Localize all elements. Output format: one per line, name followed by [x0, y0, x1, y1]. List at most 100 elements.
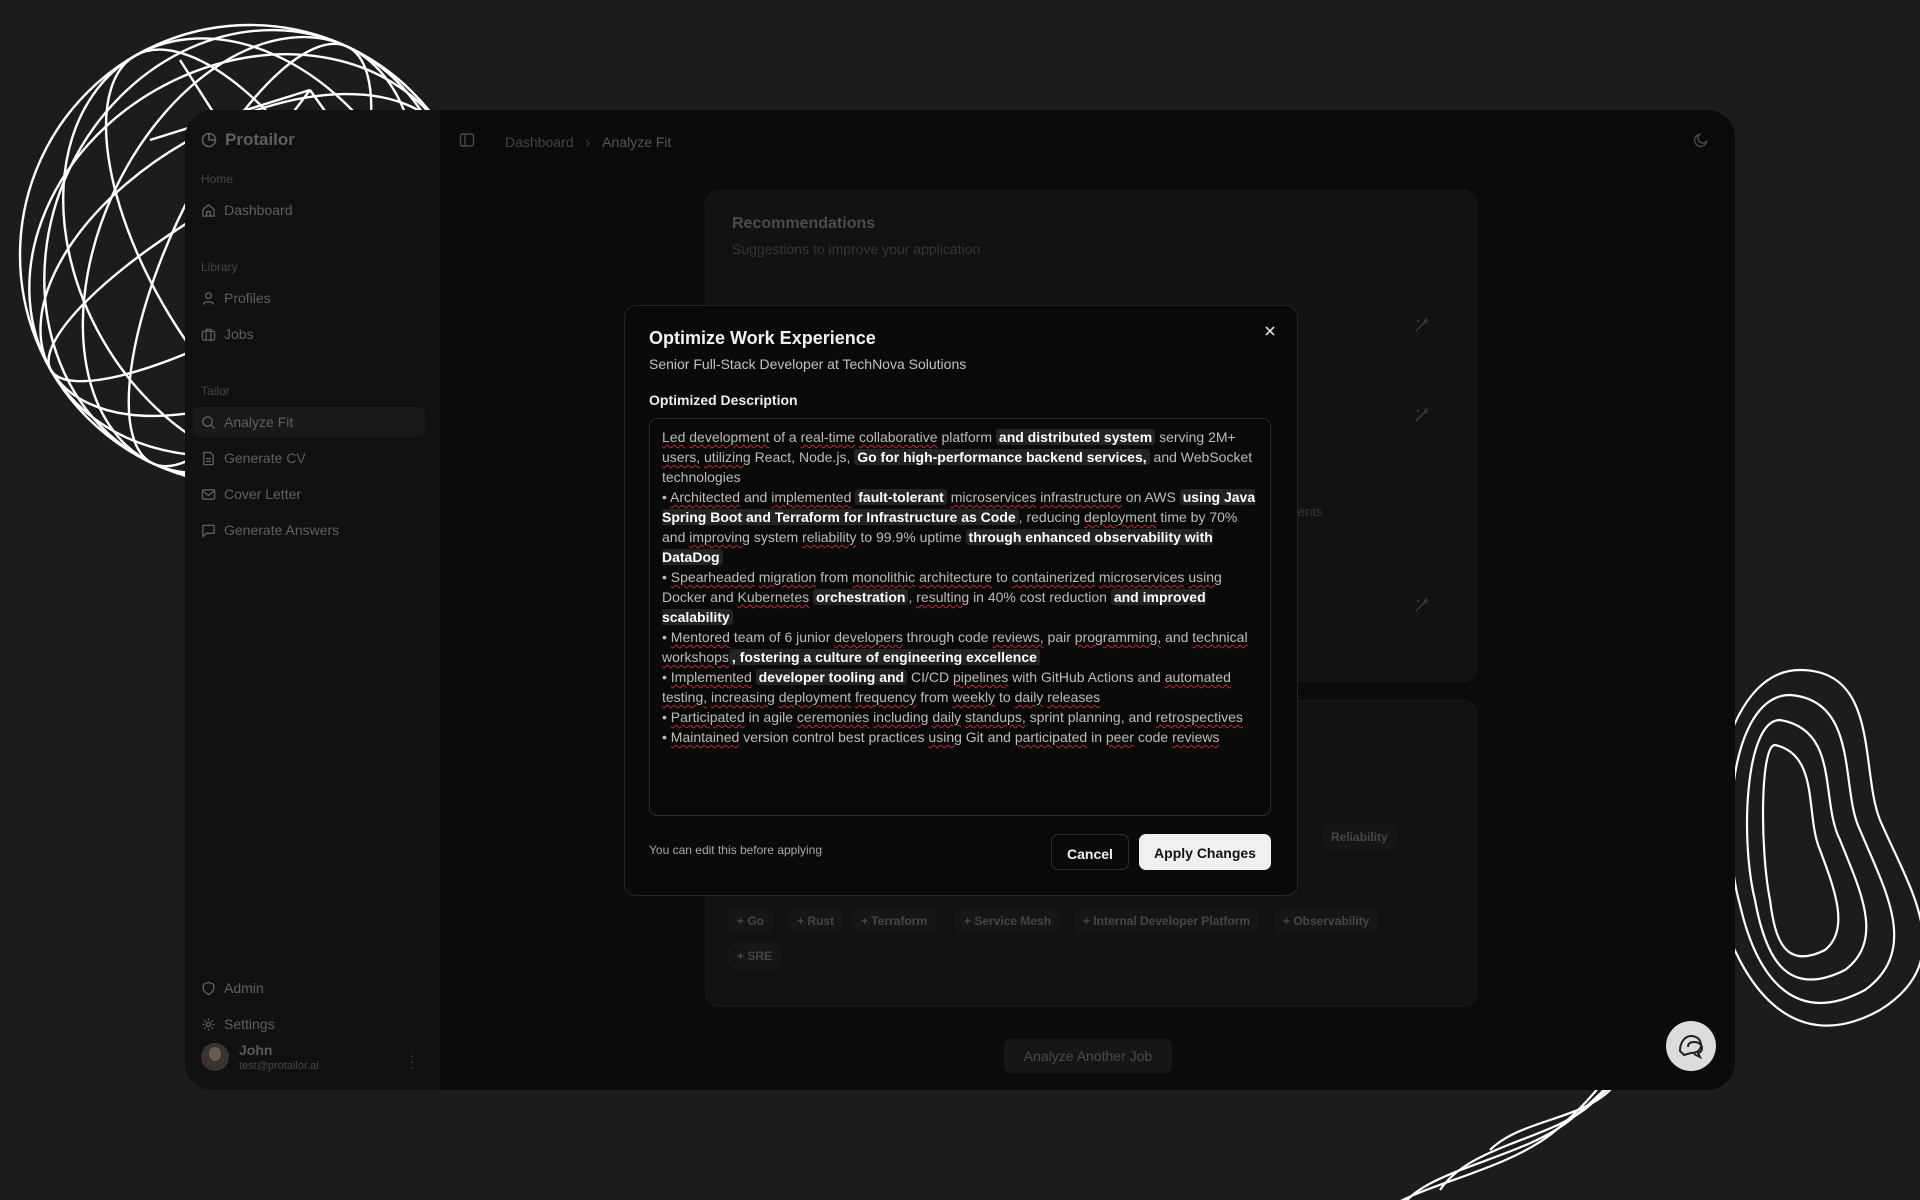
description-paragraph: • Participated in agile ceremonies inclu…: [662, 709, 1243, 725]
sidebar-item-label: Dashboard: [224, 202, 293, 218]
skill-chip[interactable]: + SRE: [728, 943, 782, 969]
spellcheck-word: retrospectives: [1155, 709, 1243, 725]
spellcheck-word: peer: [1105, 729, 1134, 745]
home-icon: [202, 203, 215, 217]
skill-chip[interactable]: + Terraform: [852, 908, 937, 934]
spellcheck-word: development: [689, 429, 770, 445]
spellcheck-word: frequency: [855, 689, 917, 705]
chat-bubbles-icon: [1678, 1034, 1704, 1060]
sidebar-item-dashboard[interactable]: Dashboard: [193, 195, 425, 225]
user-email: test@protailor.ai: [239, 1060, 319, 1072]
spellcheck-word: ceremonies: [796, 709, 870, 725]
highlighted-addition: Go for high-performance backend services…: [854, 449, 1150, 465]
dialog-subtitle: Senior Full-Stack Developer at TechNova …: [649, 356, 967, 372]
skill-chip-label: Internal Developer Platform: [1093, 914, 1251, 928]
avatar: [201, 1043, 229, 1071]
spellcheck-word: releases: [1047, 689, 1101, 705]
more-vertical-icon[interactable]: · · ·: [410, 1048, 415, 1074]
sidebar-item-label: Cover Letter: [224, 486, 302, 502]
moon-icon[interactable]: [1693, 132, 1709, 148]
group-label-library: Library: [201, 260, 238, 274]
sidebar-item-admin[interactable]: Admin: [193, 973, 425, 1003]
skill-chip[interactable]: + Rust: [788, 908, 844, 934]
description-paragraph: Led development of a real-time collabora…: [662, 429, 1253, 485]
apply-changes-button[interactable]: Apply Changes: [1139, 834, 1271, 870]
spellcheck-word: Architected: [670, 489, 741, 505]
spellcheck-word: using: [1188, 569, 1222, 585]
optimize-dialog: Optimize Work Experience Senior Full-Sta…: [624, 305, 1298, 896]
user-profile[interactable]: John test@protailor.ai: [201, 1042, 319, 1072]
description-paragraph: • Implemented developer tooling and CI/C…: [662, 669, 1231, 705]
close-icon[interactable]: [1261, 322, 1279, 340]
sidebar-item-cover-letter[interactable]: Cover Letter: [193, 479, 425, 509]
recommendations-title: Recommendations: [732, 215, 876, 232]
spellcheck-word: weekly: [952, 689, 996, 705]
sidebar-item-label: Profiles: [224, 290, 271, 306]
skill-chip[interactable]: + Go: [728, 908, 774, 934]
skill-chip-label: Go: [747, 914, 765, 928]
sidebar-item-label: Settings: [224, 1016, 275, 1032]
description-paragraph: • Mentored team of 6 junior developers t…: [662, 629, 1248, 665]
spellcheck-word: microservices: [950, 489, 1037, 505]
spellcheck-word: improving: [689, 529, 750, 545]
gear-icon: [202, 1017, 215, 1031]
skill-chip[interactable]: Reliability: [1322, 824, 1397, 850]
dialog-title: Optimize Work Experience: [649, 328, 876, 348]
brand-name: Protailor: [225, 130, 295, 149]
spellcheck-word: infrastructure: [1040, 489, 1122, 505]
optimized-description-label: Optimized Description: [649, 392, 798, 408]
spellcheck-word: collaborative: [858, 429, 938, 445]
edit-hint: You can edit this before applying: [649, 843, 823, 857]
analyze-another-job-button[interactable]: Analyze Another Job: [1004, 1039, 1172, 1073]
cancel-button[interactable]: Cancel: [1051, 834, 1129, 870]
spellcheck-word: increasing: [711, 689, 775, 705]
user-name: John: [239, 1042, 273, 1058]
magic-wand-icon: [1415, 318, 1428, 332]
spellcheck-word: technical: [1192, 629, 1248, 645]
skill-chip-label: SRE: [747, 949, 773, 963]
sidebar-item-label: Analyze Fit: [224, 414, 294, 430]
apply-suggestion-button[interactable]: [1408, 401, 1436, 429]
sidebar-item-generate-cv[interactable]: Generate CV: [193, 443, 425, 473]
sidebar-item-jobs[interactable]: Jobs: [193, 319, 425, 349]
highlighted-addition: orchestration: [813, 589, 909, 605]
highlighted-addition: developer tooling and: [755, 669, 908, 685]
breadcrumb-link-dashboard[interactable]: Dashboard: [505, 134, 574, 150]
search-icon: [202, 415, 216, 429]
brand[interactable]: Protailor: [201, 130, 295, 150]
skill-chip[interactable]: + Observability: [1274, 908, 1379, 934]
sidebar-item-label: Generate CV: [224, 450, 306, 466]
spellcheck-word: programming,: [1074, 629, 1162, 645]
spellcheck-word: microservices: [1098, 569, 1185, 585]
spellcheck-word: daily: [1014, 689, 1044, 705]
sidebar-toggle-icon[interactable]: [459, 132, 475, 148]
file-icon: [203, 451, 214, 465]
skill-chip-label: Observability: [1293, 914, 1370, 928]
spellcheck-word: real-time: [800, 429, 856, 445]
spellcheck-word: workshops: [662, 649, 729, 665]
spellcheck-word: testing,: [662, 689, 708, 705]
spellcheck-word: Mentored: [670, 629, 730, 645]
sidebar-item-generate-answers[interactable]: Generate Answers: [193, 515, 425, 545]
sidebar-item-settings[interactable]: Settings: [193, 1009, 425, 1039]
optimized-description-textarea[interactable]: Led development of a real-time collabora…: [649, 418, 1271, 816]
spellcheck-word: developers: [834, 629, 903, 645]
spellcheck-word: reviews,: [992, 629, 1044, 645]
spellcheck-word: participated: [1014, 729, 1088, 745]
highlighted-addition: fault-tolerant: [855, 489, 947, 505]
spellcheck-word: implemented: [771, 489, 852, 505]
spellcheck-word: deployment: [1084, 509, 1157, 525]
apply-suggestion-button[interactable]: [1408, 591, 1436, 619]
chat-button[interactable]: [1666, 1021, 1716, 1071]
user-icon: [202, 291, 215, 305]
spellcheck-word: reviews: [1172, 729, 1220, 745]
shield-icon: [202, 981, 215, 995]
spellcheck-word: Spearheaded: [670, 569, 755, 585]
sidebar: Protailor Home Dashboard Library Profile…: [185, 110, 440, 1090]
chevron-right-icon: ›: [585, 134, 591, 150]
apply-suggestion-button[interactable]: [1408, 311, 1436, 339]
sidebar-item-profiles[interactable]: Profiles: [193, 283, 425, 313]
sidebar-item-analyze-fit[interactable]: Analyze Fit: [193, 407, 425, 437]
skill-chip[interactable]: + Internal Developer Platform: [1074, 908, 1260, 934]
skill-chip[interactable]: + Service Mesh: [955, 908, 1061, 934]
